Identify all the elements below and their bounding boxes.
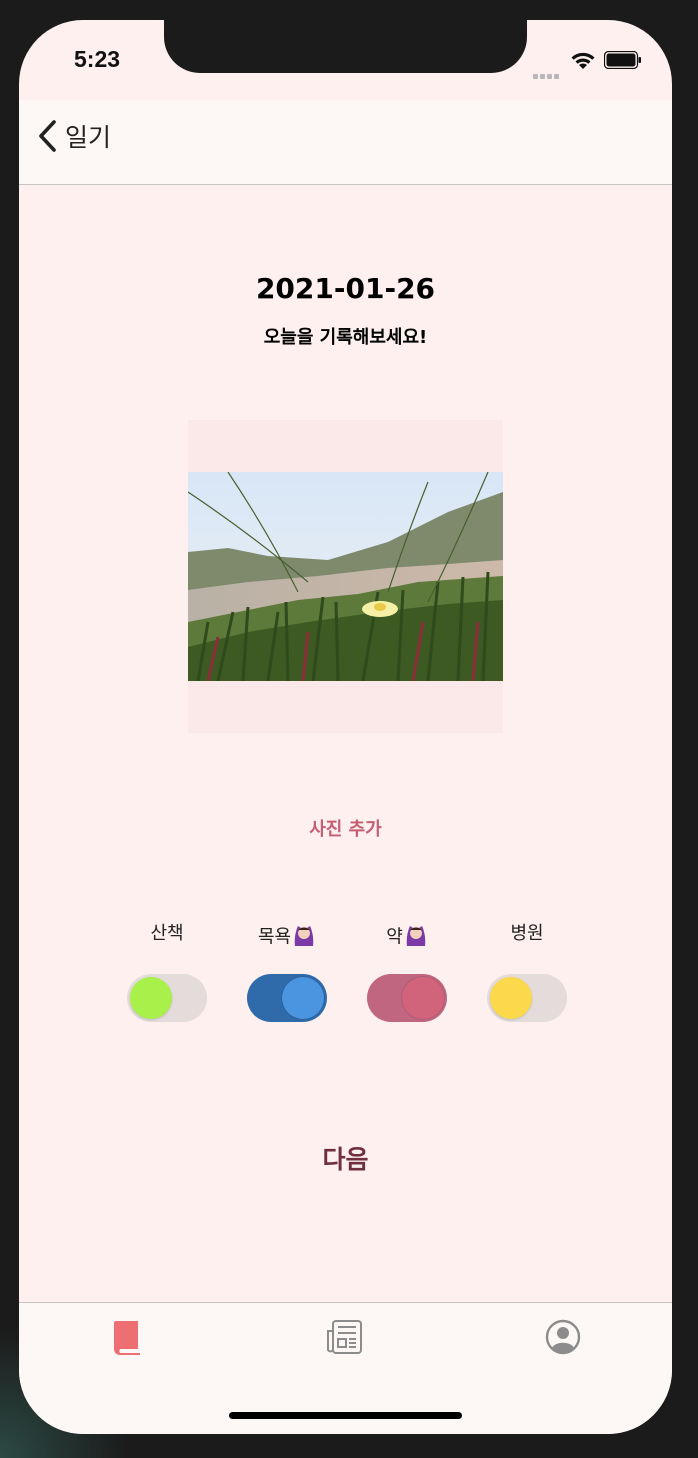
toggle-label-bath: 목욕	[247, 920, 327, 948]
newspaper-icon	[327, 1320, 362, 1354]
toggle-group-hospital: 병원	[487, 920, 567, 1022]
phone-screen: 5:23 일기 2021-01-26 오늘을 기록해보세요! 사진 추가 산책 …	[19, 20, 672, 1434]
wifi-icon	[571, 52, 595, 69]
chevron-left-icon	[39, 120, 56, 152]
page-title-date: 2021-01-26	[255, 272, 436, 305]
home-indicator	[229, 1412, 462, 1419]
toggle-group-medicine: 약	[367, 920, 447, 1022]
add-photo-button[interactable]: 사진 추가	[19, 815, 672, 841]
toggle-group-bath: 목욕	[247, 920, 327, 1022]
toggle-knob	[490, 977, 532, 1019]
person-gesturing-icon	[404, 920, 428, 955]
next-button[interactable]: 다음	[19, 1140, 672, 1176]
bath-toggle-switch[interactable]	[247, 974, 327, 1022]
medicine-toggle-switch[interactable]	[367, 974, 447, 1022]
walk-toggle-switch[interactable]	[127, 974, 207, 1022]
toggle-knob	[282, 977, 324, 1019]
hospital-toggle-switch[interactable]	[487, 974, 567, 1022]
book-icon	[114, 1321, 140, 1355]
diary-photo	[188, 472, 503, 681]
toggle-label-walk: 산책	[150, 923, 184, 944]
tab-diary[interactable]	[108, 1317, 148, 1357]
user-circle-icon	[545, 1319, 581, 1355]
page-subtitle: 오늘을 기록해보세요!	[263, 327, 428, 348]
toggle-group-walk: 산책	[127, 920, 207, 1022]
toggle-knob	[402, 977, 444, 1019]
person-gesturing-icon	[292, 920, 316, 955]
toggle-knob	[130, 977, 172, 1019]
back-button-label: 일기	[65, 123, 112, 152]
toggle-label-hospital: 병원	[510, 923, 544, 944]
back-button[interactable]: 일기	[37, 114, 111, 158]
status-time: 5:23	[74, 46, 121, 72]
tab-news[interactable]	[325, 1317, 365, 1357]
navigation-bar: 일기	[19, 100, 672, 185]
cellular-signal-icon	[533, 64, 561, 83]
toggle-label-medicine: 약	[367, 920, 447, 948]
tab-profile[interactable]	[543, 1317, 583, 1357]
battery-icon	[604, 51, 641, 69]
device-notch	[164, 20, 527, 73]
photo-frame	[188, 420, 503, 733]
